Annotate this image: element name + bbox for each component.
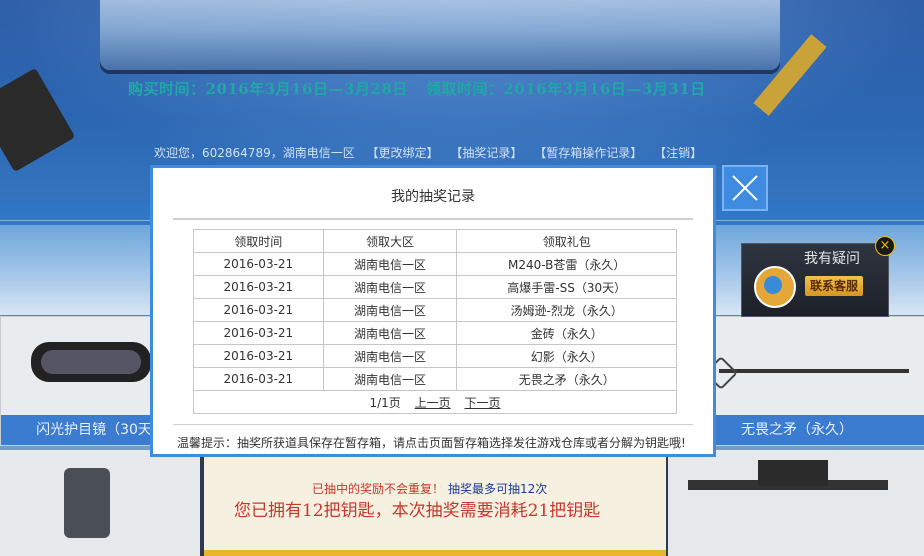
dialog-title: 我的抽奖记录 (391, 189, 475, 205)
col-claim-region: 领取大区 (322, 229, 458, 253)
cell-region: 湖南电信一区 (322, 321, 458, 345)
table-row: 2016-03-21 湖南电信一区 高爆手雷-SS（30天） (193, 275, 677, 299)
table-row: 2016-03-21 湖南电信一区 汤姆逊-烈龙（永久） (193, 298, 677, 322)
cell-package: M240-B苍雷（永久） (456, 252, 677, 276)
next-page-link[interactable]: 下一页 (464, 396, 500, 410)
close-icon[interactable] (722, 165, 768, 211)
cell-package: 无畏之矛（永久） (456, 367, 677, 391)
prev-page-link[interactable]: 上一页 (415, 396, 451, 410)
cell-region: 湖南电信一区 (322, 344, 458, 368)
cell-region: 湖南电信一区 (322, 275, 458, 299)
table-header-row: 领取时间 领取大区 领取礼包 (193, 229, 677, 253)
cell-time: 2016-03-21 (193, 367, 324, 391)
cell-time: 2016-03-21 (193, 344, 324, 368)
pager: 1/1页 上一页 下一页 (193, 390, 677, 414)
dialog-divider (173, 218, 693, 220)
record-table: 领取时间 领取大区 领取礼包 2016-03-21 湖南电信一区 M240-B苍… (193, 229, 677, 414)
lottery-record-dialog: 我的抽奖记录 领取时间 领取大区 领取礼包 2016-03-21 湖南电信一区 … (150, 165, 716, 457)
pager-row: 1/1页 上一页 下一页 (193, 390, 677, 414)
dialog-divider (173, 424, 693, 425)
cell-time: 2016-03-21 (193, 298, 324, 322)
dialog-tip: 温馨提示：抽奖所获道具保存在暂存箱，请点击页面暂存箱选择发往游戏仓库或者分解为钥… (177, 436, 686, 450)
cell-package: 汤姆逊-烈龙（永久） (456, 298, 677, 322)
cell-time: 2016-03-21 (193, 252, 324, 276)
cell-region: 湖南电信一区 (322, 252, 458, 276)
cell-region: 湖南电信一区 (322, 298, 458, 322)
cell-package: 高爆手雷-SS（30天） (456, 275, 677, 299)
cell-package: 幻影（永久） (456, 344, 677, 368)
cell-region: 湖南电信一区 (322, 367, 458, 391)
table-row: 2016-03-21 湖南电信一区 无畏之矛（永久） (193, 367, 677, 391)
col-claim-time: 领取时间 (193, 229, 324, 253)
cell-time: 2016-03-21 (193, 321, 324, 345)
table-row: 2016-03-21 湖南电信一区 M240-B苍雷（永久） (193, 252, 677, 276)
table-row: 2016-03-21 湖南电信一区 金砖（永久） (193, 321, 677, 345)
table-row: 2016-03-21 湖南电信一区 幻影（永久） (193, 344, 677, 368)
cell-package: 金砖（永久） (456, 321, 677, 345)
col-claim-package: 领取礼包 (456, 229, 677, 253)
cell-time: 2016-03-21 (193, 275, 324, 299)
page-indicator: 1/1页 (369, 395, 401, 410)
